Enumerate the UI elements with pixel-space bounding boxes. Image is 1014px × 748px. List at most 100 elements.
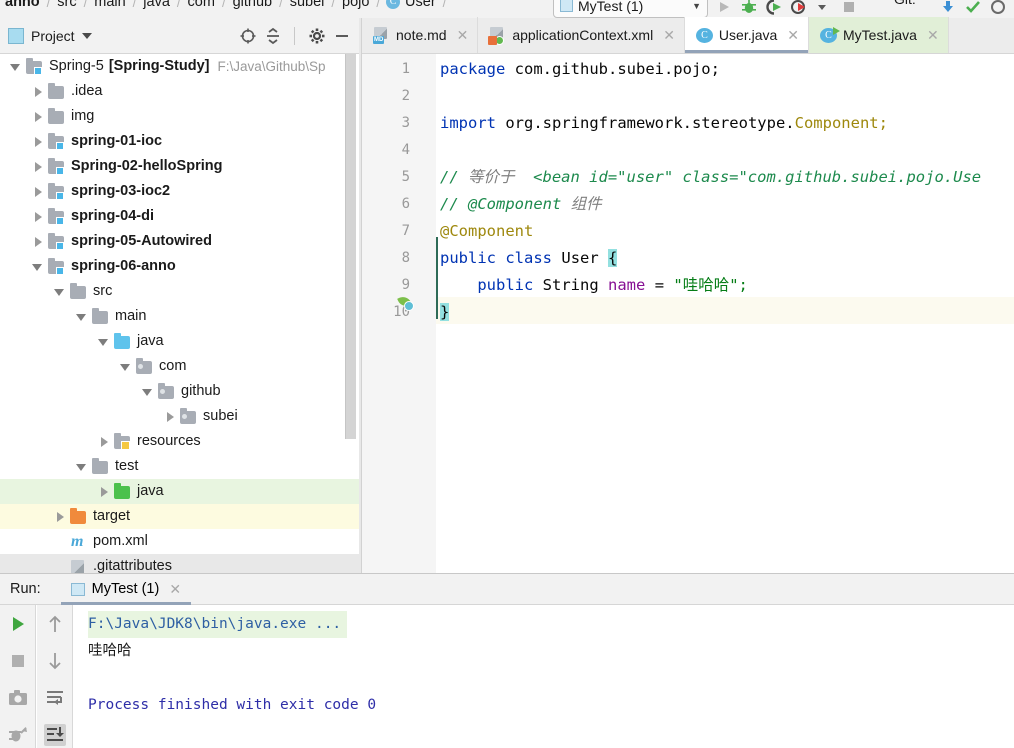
close-icon[interactable]: ✕	[169, 581, 181, 598]
chevron-down-icon[interactable]	[54, 286, 65, 297]
console-output[interactable]: F:\Java\JDK8\bin\java.exe ... 哇哈哈 Process…	[74, 605, 1014, 748]
code-line-9[interactable]: public String name = "哇哈哈";	[440, 272, 748, 299]
close-icon[interactable]: ✕	[927, 27, 939, 44]
close-icon[interactable]: ✕	[787, 27, 799, 44]
code-line-5[interactable]: // 等价于 <bean id="user" class="com.github…	[440, 164, 981, 191]
tree-item-spring-05-Autowired[interactable]: spring-05-Autowired	[0, 229, 359, 254]
tree-item-spring-06-anno[interactable]: spring-06-anno	[0, 254, 359, 279]
chevron-down-icon[interactable]	[76, 461, 87, 472]
chevron-down-icon[interactable]	[76, 311, 87, 322]
collapse-all-icon[interactable]	[264, 27, 282, 45]
line-number-3[interactable]: 3	[362, 110, 410, 137]
tree-item-spring-02-helloSpring[interactable]: Spring-02-helloSpring	[0, 154, 359, 179]
up-arrow-icon[interactable]	[44, 613, 66, 635]
tree-item-spring-01-ioc[interactable]: spring-01-ioc	[0, 129, 359, 154]
close-icon[interactable]: ✕	[457, 27, 469, 44]
chevron-right-icon[interactable]	[32, 86, 43, 97]
chevron-right-icon[interactable]	[32, 211, 43, 222]
history-icon[interactable]	[990, 0, 1006, 15]
dropdown-icon[interactable]	[816, 0, 832, 15]
code-line-3[interactable]: import org.springframework.stereotype.Co…	[440, 110, 888, 137]
run-side-toolbar-left[interactable]	[0, 605, 36, 748]
chevron-right-icon[interactable]	[32, 111, 43, 122]
tree-item-main[interactable]: main	[0, 304, 359, 329]
settings-gear-icon[interactable]	[308, 27, 326, 45]
rerun-play-icon[interactable]	[7, 613, 29, 635]
code-folding-column[interactable]	[420, 54, 494, 573]
code-line-10[interactable]: }	[440, 299, 450, 326]
tree-item-java[interactable]: java	[0, 329, 359, 354]
line-number-6[interactable]: 6	[362, 191, 410, 218]
stop-icon[interactable]	[7, 650, 29, 672]
run-configuration-selector[interactable]: MyTest (1) ▼	[553, 0, 708, 18]
editor-tab-bar[interactable]: note.md ✕ applicationContext.xml ✕ C User.jav…	[362, 17, 1014, 54]
editor-tab-MyTest-java[interactable]: C MyTest.java ✕	[809, 17, 949, 53]
chevron-down-icon[interactable]	[98, 336, 109, 347]
chevron-right-icon[interactable]	[54, 511, 65, 522]
code-line-6[interactable]: // @Component 组件	[440, 191, 602, 218]
code-line-1[interactable]: package com.github.subei.pojo;	[440, 56, 720, 83]
line-number-4[interactable]: 4	[362, 137, 410, 164]
chevron-down-icon[interactable]	[10, 61, 21, 72]
camera-icon[interactable]	[7, 687, 29, 709]
breadcrumb-segment-src[interactable]: src	[56, 0, 77, 10]
hide-icon[interactable]	[333, 27, 351, 45]
chevron-right-icon[interactable]	[32, 186, 43, 197]
chevron-right-icon[interactable]	[32, 161, 43, 172]
debug-bug-icon[interactable]	[7, 724, 29, 746]
code-editor[interactable]: 1 2 3 4 5 6 7 8 9 10 package com.github.subei.poj…	[362, 54, 1014, 573]
editor-tab-User-java[interactable]: C User.java ✕	[684, 17, 810, 53]
tree-item-target[interactable]: target	[0, 504, 359, 529]
stop-icon[interactable]	[841, 0, 857, 15]
tree-item-test-java[interactable]: java	[0, 479, 359, 504]
project-tree-scrollbar[interactable]	[345, 54, 356, 439]
run-side-toolbar-right[interactable]	[37, 605, 73, 748]
breadcrumb-segment-subei[interactable]: subei	[289, 0, 326, 10]
chevron-down-icon[interactable]	[81, 32, 92, 39]
tree-item-resources[interactable]: resources	[0, 429, 359, 454]
code-line-8[interactable]: public class User {	[440, 245, 618, 272]
tree-item-github[interactable]: github	[0, 379, 359, 404]
tree-item-gitattributes[interactable]: .gitattributes	[0, 554, 359, 573]
editor-tab-applicationContext-xml[interactable]: applicationContext.xml ✕	[478, 17, 685, 53]
tree-item-spring-03-ioc2[interactable]: spring-03-ioc2	[0, 179, 359, 204]
tree-item-spring-04-di[interactable]: spring-04-di	[0, 204, 359, 229]
project-tree[interactable]: Spring-5 [Spring-Study] F:\Java\Github\Sp.…	[0, 54, 359, 573]
commit-checkmark-icon[interactable]	[965, 0, 981, 15]
close-icon[interactable]: ✕	[663, 27, 675, 44]
tree-item-pom[interactable]: m pom.xml	[0, 529, 359, 554]
tree-item-idea[interactable]: .idea	[0, 79, 359, 104]
tree-item-root[interactable]: Spring-5 [Spring-Study] F:\Java\Github\Sp	[0, 54, 359, 79]
breadcrumb-segment-class[interactable]: User	[404, 0, 437, 10]
soft-wrap-icon[interactable]	[44, 687, 66, 709]
breadcrumb-segment-com[interactable]: com	[187, 0, 216, 10]
breadcrumb-segment-github[interactable]: github	[232, 0, 274, 10]
tree-item-src[interactable]: src	[0, 279, 359, 304]
breadcrumb-segment-anno[interactable]: anno	[4, 0, 41, 10]
line-number-5[interactable]: 5	[362, 164, 410, 191]
chevron-down-icon[interactable]: ▼	[692, 1, 701, 11]
chevron-right-icon[interactable]	[98, 436, 109, 447]
code-content-area[interactable]: package com.github.subei.pojo; import or…	[436, 54, 1014, 573]
tree-item-com[interactable]: com	[0, 354, 359, 379]
line-number-gutter[interactable]: 1 2 3 4 5 6 7 8 9 10	[362, 54, 420, 573]
breadcrumb-segment-java[interactable]: java	[142, 0, 171, 10]
breadcrumb-segment-main[interactable]: main	[93, 0, 126, 10]
tree-item-subei[interactable]: subei	[0, 404, 359, 429]
code-line-7[interactable]: @Component	[440, 218, 533, 245]
chevron-down-icon[interactable]	[32, 261, 43, 272]
chevron-right-icon[interactable]	[32, 136, 43, 147]
run-tab-mytest[interactable]: MyTest (1) ✕	[60, 574, 192, 605]
scroll-to-end-icon[interactable]	[43, 724, 66, 746]
line-number-8[interactable]: 8	[362, 245, 410, 272]
profile-icon[interactable]	[791, 0, 807, 15]
line-number-9[interactable]: 9	[362, 272, 410, 299]
chevron-right-icon[interactable]	[32, 236, 43, 247]
locate-icon[interactable]	[239, 27, 257, 45]
update-project-icon[interactable]	[940, 0, 956, 15]
tree-item-img[interactable]: img	[0, 104, 359, 129]
chevron-right-icon[interactable]	[164, 411, 175, 422]
tree-item-test[interactable]: test	[0, 454, 359, 479]
chevron-down-icon[interactable]	[120, 361, 131, 372]
run-with-coverage-icon[interactable]	[766, 0, 782, 15]
